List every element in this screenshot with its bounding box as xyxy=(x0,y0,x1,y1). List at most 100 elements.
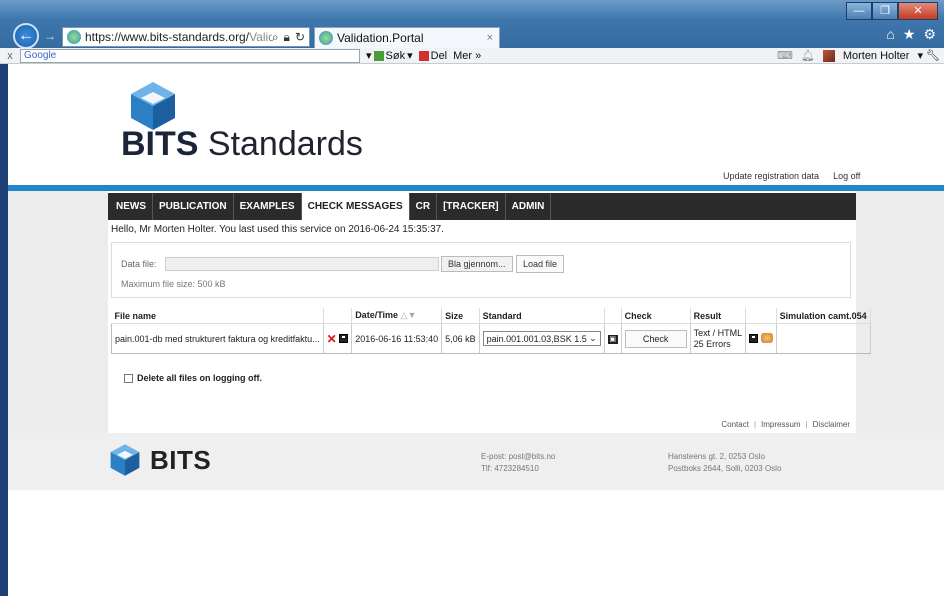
col-check: Check xyxy=(621,308,691,324)
brand-title: BITS Standards xyxy=(121,125,363,163)
col-date-time[interactable]: Date/Time △▼ xyxy=(351,308,443,324)
col-info xyxy=(604,308,622,324)
footer-links: Contact | Impressum | Disclaimer xyxy=(721,420,850,429)
ie-tab-icon xyxy=(319,31,333,45)
browse-button[interactable]: Bla gjennom... xyxy=(441,256,513,272)
nav-item-publication[interactable]: PUBLICATION xyxy=(153,193,234,220)
nav-item-admin[interactable]: ADMIN xyxy=(506,193,552,220)
delete-all-label: Delete all files on logging off. xyxy=(137,373,263,383)
del-icon xyxy=(418,50,429,61)
address-bar[interactable]: https://www.bits-standards.org/Valid ⌕ 🔒… xyxy=(62,27,310,47)
lock-icon[interactable]: 🔒︎ xyxy=(284,30,290,45)
back-arrow-icon[interactable]: ← xyxy=(13,23,39,49)
save-icon[interactable] xyxy=(339,333,349,343)
home-icon[interactable]: ⌂ xyxy=(886,26,894,43)
size-cell: 5,06 kB xyxy=(441,323,480,354)
left-window-edge xyxy=(0,64,8,596)
max-file-size-text: Maximum file size: 500 kB xyxy=(121,279,226,289)
footer-phone: Tlf: 4723284510 xyxy=(481,464,539,473)
col-simulation: Simulation camt.054 xyxy=(776,308,871,324)
close-window-button[interactable]: ✕ xyxy=(898,2,938,20)
address-url: https://www.bits-standards.org/Valid xyxy=(85,30,272,44)
contact-link[interactable]: Contact xyxy=(721,420,749,429)
toolbar-right: ⌨ 🔔︎ Morten Holter ▾ 🔧︎ xyxy=(777,49,940,62)
nav-item-cr[interactable]: CR xyxy=(410,193,438,220)
nav-item-news[interactable]: NEWS xyxy=(110,193,153,220)
footer-address: Hansteens gt. 2, 0253 Oslo Postboks 2644… xyxy=(668,451,781,475)
logoff-link[interactable]: Log off xyxy=(833,171,860,181)
nav-item-tracker[interactable]: [TRACKER] xyxy=(437,193,506,220)
result-icons-cell xyxy=(745,323,777,354)
keyboard-icon[interactable]: ⌨ xyxy=(777,49,793,62)
sok-button[interactable]: ▾ Søk ▾ xyxy=(366,49,413,63)
bits-cube-small-icon xyxy=(110,444,140,476)
user-name[interactable]: Morten Holter xyxy=(843,50,910,62)
footer-email[interactable]: E-post: post@bits.no xyxy=(481,451,555,463)
tab-close-icon[interactable]: × xyxy=(487,32,499,44)
printer-icon[interactable] xyxy=(760,332,773,343)
standard-cell: pain.001.001.03,BSK 1.5 ⌄ xyxy=(479,323,605,354)
col-result: Result xyxy=(690,308,747,324)
gear-icon[interactable]: ⚙ xyxy=(923,26,936,43)
user-avatar-icon xyxy=(822,49,835,62)
standard-select[interactable]: pain.001.001.03,BSK 1.5 ⌄ xyxy=(482,331,601,346)
toolbar-close-icon[interactable]: x xyxy=(0,50,20,62)
browser-top-icons: ⌂ ★ ⚙ xyxy=(886,26,936,43)
address-controls: ⌕ 🔒︎ ↻ xyxy=(272,30,309,45)
check-cell: Check xyxy=(621,323,691,354)
nav-item-check-messages[interactable]: CHECK MESSAGES xyxy=(301,193,410,220)
mer-button[interactable]: Mer » xyxy=(453,50,481,62)
delete-icon[interactable]: ✕ xyxy=(327,332,337,346)
update-registration-link[interactable]: Update registration data xyxy=(723,171,819,181)
footer-logo-text: BITS xyxy=(150,444,212,475)
simulation-cell xyxy=(776,323,871,354)
row-actions: ✕ xyxy=(323,323,353,354)
main-nav: NEWS PUBLICATION EXAMPLES CHECK MESSAGES CR[… xyxy=(108,193,856,220)
chevron-down-icon: ⌄ xyxy=(589,333,597,343)
impressum-link[interactable]: Impressum xyxy=(761,420,801,429)
sok-icon xyxy=(373,50,384,61)
col-size: Size xyxy=(441,308,480,324)
footer-address-1: Hansteens gt. 2, 0253 Oslo xyxy=(668,452,765,461)
window-controls: — ❐ ✕ xyxy=(846,2,938,20)
greeting-text: Hello, Mr Morten Holter. You last used t… xyxy=(111,224,444,235)
col-result-icons xyxy=(745,308,777,324)
table-header-row: File name Date/Time △▼ Size Standard Che… xyxy=(111,308,871,324)
delete-all-option[interactable]: Delete all files on logging off. xyxy=(124,373,262,383)
footer-logo: BITS xyxy=(108,443,211,477)
footer-contact: E-post: post@bits.no Tlf: 4723284510 xyxy=(481,451,555,475)
file-name-cell[interactable]: pain.001-db med strukturert faktura og k… xyxy=(111,323,324,354)
nav-item-examples[interactable]: EXAMPLES xyxy=(234,193,302,220)
col-file-name: File name xyxy=(111,308,324,324)
result-text[interactable]: Text / HTML 25 Errors xyxy=(694,328,743,350)
minimize-button[interactable]: — xyxy=(846,2,872,20)
save-result-icon[interactable] xyxy=(749,333,759,343)
forward-arrow-icon[interactable]: → xyxy=(44,29,56,43)
tab-validation-portal[interactable]: Validation.Portal × xyxy=(314,27,500,48)
info-cell: ▣ xyxy=(604,323,622,354)
header-links: Update registration data Log off xyxy=(723,171,860,181)
google-search-input[interactable]: Google xyxy=(20,48,360,63)
book-icon[interactable]: ▣ xyxy=(607,335,618,344)
files-table: File name Date/Time △▼ Size Standard Che… xyxy=(111,308,871,354)
refresh-icon[interactable]: ↻ xyxy=(295,30,305,45)
star-icon[interactable]: ★ xyxy=(903,26,916,43)
search-icon[interactable]: ⌕ xyxy=(272,30,279,45)
col-standard: Standard xyxy=(479,308,605,324)
col-actions xyxy=(323,308,353,324)
main-content: NEWS PUBLICATION EXAMPLES CHECK MESSAGES CR[… xyxy=(108,191,871,433)
load-file-button[interactable]: Load file xyxy=(516,255,565,273)
restore-button[interactable]: ❐ xyxy=(872,2,898,20)
delete-all-checkbox[interactable] xyxy=(124,373,133,383)
disclaimer-link[interactable]: Disclaimer xyxy=(813,420,850,429)
sort-arrows-icon[interactable]: △▼ xyxy=(401,310,417,320)
del-button[interactable]: Del xyxy=(418,50,447,62)
data-file-label: Data file: xyxy=(121,259,157,269)
check-button[interactable]: Check xyxy=(624,329,687,348)
wrench-icon[interactable]: ▾ 🔧︎ xyxy=(917,49,940,62)
bell-icon[interactable]: 🔔︎ xyxy=(801,49,815,62)
date-cell: 2016-06-16 11:53:40 xyxy=(351,323,443,354)
footer-address-2: Postboks 2644, Solli, 0203 Oslo xyxy=(668,464,782,473)
separator: | xyxy=(805,420,808,429)
file-path-input[interactable] xyxy=(165,257,439,271)
